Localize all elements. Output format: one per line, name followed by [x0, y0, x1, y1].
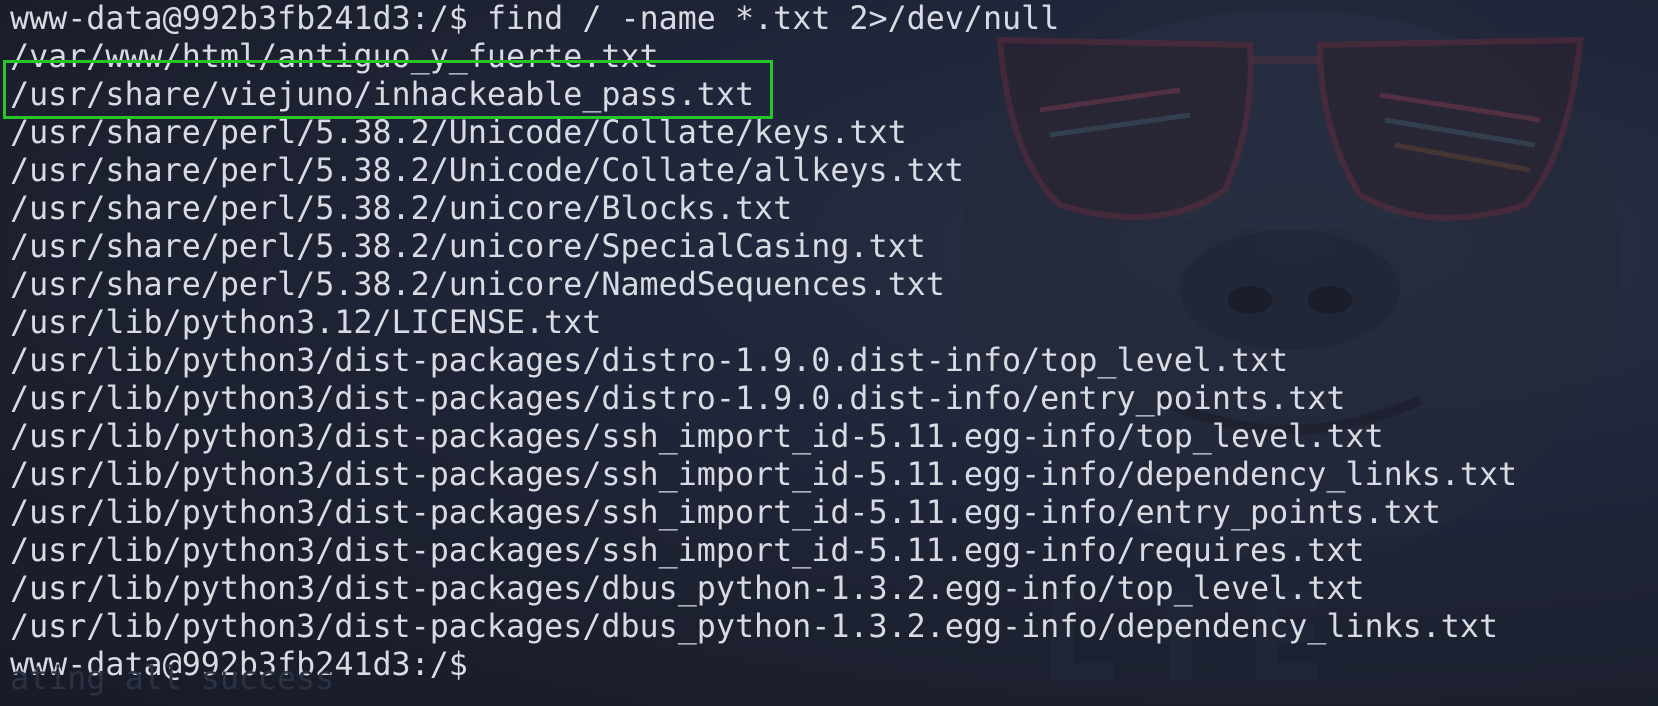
output-line: /usr/lib/python3/dist-packages/ssh_impor…	[10, 419, 1384, 455]
shell-prompt: www-data@992b3fb241d3:/$	[10, 647, 468, 683]
final-prompt-line[interactable]: www-data@992b3fb241d3:/$	[10, 646, 1517, 684]
output-line: /var/www/html/antiguo_y_fuerte.txt	[10, 39, 659, 75]
output-line: /usr/share/perl/5.38.2/unicore/NamedSequ…	[10, 267, 945, 303]
output-line: /usr/lib/python3/dist-packages/ssh_impor…	[10, 495, 1441, 531]
terminal-window[interactable]: L I E www-data@992b3fb241d3:/$ find / -n…	[0, 0, 1658, 706]
output-line: /usr/lib/python3/dist-packages/ssh_impor…	[10, 533, 1365, 569]
output-line: /usr/lib/python3/dist-packages/distro-1.…	[10, 343, 1289, 379]
shell-prompt: www-data@992b3fb241d3:/$	[10, 1, 468, 37]
output-line: /usr/lib/python3.12/LICENSE.txt	[10, 305, 602, 341]
cursor-position[interactable]	[468, 646, 484, 684]
output-line: /usr/share/perl/5.38.2/unicore/Blocks.tx…	[10, 191, 793, 227]
output-line: /usr/lib/python3/dist-packages/dbus_pyth…	[10, 571, 1365, 607]
terminal-output[interactable]: www-data@992b3fb241d3:/$ find / -name *.…	[10, 0, 1517, 684]
output-line: /usr/share/perl/5.38.2/Unicode/Collate/k…	[10, 115, 907, 151]
output-line-highlighted: /usr/share/viejuno/inhackeable_pass.txt	[10, 77, 755, 113]
command-text: find / -name *.txt 2>/dev/null	[486, 1, 1060, 37]
output-line: /usr/lib/python3/dist-packages/distro-1.…	[10, 381, 1346, 417]
output-line: /usr/lib/python3/dist-packages/ssh_impor…	[10, 457, 1518, 493]
output-line: /usr/share/perl/5.38.2/unicore/SpecialCa…	[10, 229, 926, 265]
output-line: /usr/share/perl/5.38.2/Unicode/Collate/a…	[10, 153, 964, 189]
output-line: /usr/lib/python3/dist-packages/dbus_pyth…	[10, 609, 1499, 645]
command-line: www-data@992b3fb241d3:/$ find / -name *.…	[10, 0, 1517, 38]
